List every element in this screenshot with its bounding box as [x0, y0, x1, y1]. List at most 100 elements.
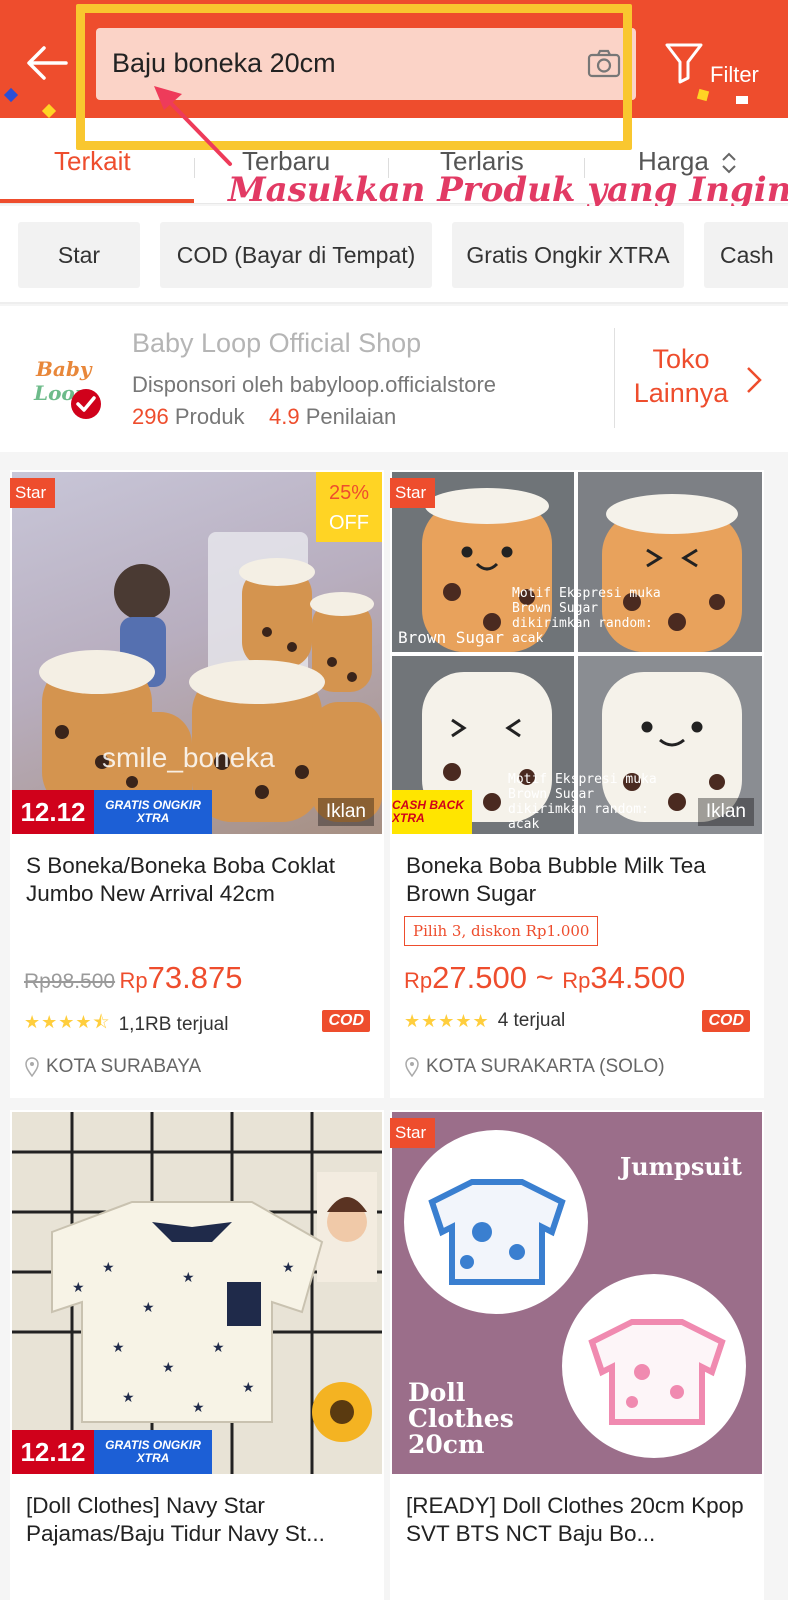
product-card[interactable]: ★ ★ ★ ★ ★ ★ ★ ★ ★ ★ ★ 12.12 GRATIS ONGKIR XTRA …: [10, 1110, 384, 1600]
star-seller-badge: Star: [390, 1118, 436, 1148]
annotation-arrow-icon: [154, 86, 232, 166]
promo-banner: 12.12 GRATIS ONGKIR XTRA: [12, 1430, 212, 1474]
product-card[interactable]: Jumpsuit Doll Clothes 20cm Star [READY] …: [390, 1110, 764, 1600]
svg-text:★: ★: [282, 1259, 295, 1275]
product-title: [READY] Doll Clothes 20cm Kpop SVT BTS N…: [406, 1493, 744, 1546]
promo-1212-label: 12.12: [12, 790, 94, 834]
page: Baju boneka 20cm Filter Terkait Terbaru …: [0, 0, 788, 1600]
filter-icon: [665, 43, 703, 84]
promo-1212-label: 12.12: [12, 1430, 94, 1474]
image-caption: Brown Sugar: [398, 628, 504, 647]
arrow-left-icon: [27, 46, 68, 80]
back-button[interactable]: [22, 38, 72, 88]
price-min: 27.500: [432, 960, 527, 995]
svg-text:★: ★: [192, 1399, 205, 1415]
ad-label: Iklan: [697, 798, 754, 826]
svg-text:★: ★: [122, 1389, 135, 1405]
product-title: Boneka Boba Bubble Milk Tea Brown Sugar: [406, 853, 706, 906]
baby-loop-logo-icon: Baby Loop: [33, 357, 101, 419]
free-shipping-label: GRATIS ONGKIR XTRA: [94, 1430, 212, 1474]
product-title: [Doll Clothes] Navy Star Pajamas/Baju Ti…: [26, 1493, 325, 1546]
price-row: Rp27.500 ~ Rp34.500: [404, 960, 685, 996]
chip-cashback[interactable]: Cash: [704, 222, 788, 288]
filter-chips: Star COD (Bayar di Tempat) Gratis Ongkir…: [0, 206, 788, 304]
image-caption: Motif Ekspresi muka Brown Sugar dikirimk…: [512, 586, 661, 646]
currency: Rp: [119, 968, 148, 993]
current-price: 73.875: [147, 960, 243, 995]
star-seller-badge: Star: [10, 478, 56, 508]
star-rating-icon: ★★★★★: [404, 1010, 490, 1031]
image-caption: Jumpsuit: [619, 1152, 742, 1181]
sold-count: 1,1RB terjual: [118, 1014, 229, 1035]
location: KOTA SURAKARTA (SOLO): [404, 1056, 665, 1078]
active-tab-indicator: [0, 199, 194, 203]
cod-badge: COD: [322, 1010, 370, 1032]
image-caption: Doll Clothes 20cm: [408, 1378, 514, 1459]
voucher-tag: Pilih 3, diskon Rp1.000: [404, 916, 599, 946]
filter-button[interactable]: Filter: [664, 42, 784, 92]
product-image: ★ ★ ★ ★ ★ ★ ★ ★ ★ ★ ★ 12.12 GRATIS ONGKIR XTRA: [12, 1112, 382, 1474]
product-card[interactable]: Brown Sugar Motif Ekspresi muka Brown Su…: [390, 470, 764, 1098]
location-text: KOTA SURABAYA: [46, 1056, 202, 1077]
shop-rating-label: Penilaian: [305, 404, 397, 429]
navy-star-pajamas-photo: ★ ★ ★ ★ ★ ★ ★ ★ ★ ★ ★: [12, 1112, 382, 1474]
price-row: Rp98.500 Rp73.875: [24, 960, 242, 996]
svg-text:★: ★: [102, 1259, 115, 1275]
price-max: 34.500: [590, 960, 686, 995]
cashback-badge: CASH BACK XTRA: [392, 790, 472, 834]
svg-text:★: ★: [182, 1269, 195, 1285]
location-pin-icon: [25, 1057, 39, 1077]
shop-logo: Baby Loop: [30, 346, 106, 422]
product-card[interactable]: smile_boneka 25% OFF Iklan 12.12 GRATIS …: [10, 470, 384, 1098]
image-caption: Motif Ekspresi muka Brown Sugar dikirimk…: [508, 772, 657, 832]
product-count-label: Produk: [174, 404, 245, 429]
star-rating-icon: ★★★★⯪: [24, 1012, 111, 1032]
original-price: Rp98.500: [24, 970, 116, 993]
ad-label: Iklan: [317, 798, 374, 826]
shop-name: Baby Loop Official Shop: [132, 328, 422, 358]
chevron-right-icon: [747, 367, 762, 393]
discount-percent: 25%: [328, 482, 370, 504]
svg-text:★: ★: [142, 1299, 155, 1315]
product-image: Jumpsuit Doll Clothes 20cm: [392, 1112, 762, 1474]
location: KOTA SURABAYA: [24, 1056, 201, 1078]
filter-label: Filter: [710, 62, 759, 87]
cod-badge: COD: [702, 1010, 750, 1032]
tab-terkait[interactable]: Terkait: [54, 146, 131, 177]
price-separator: ~: [526, 960, 563, 995]
annotation-text: Masukkan Produk yang Ingin Dicari: [228, 170, 788, 210]
svg-text:★: ★: [72, 1279, 85, 1295]
chip-gratis-ongkir[interactable]: Gratis Ongkir XTRA: [452, 222, 684, 288]
location-pin-icon: [405, 1057, 419, 1077]
rating-row: ★★★★★ 4 terjual: [404, 1010, 565, 1032]
chip-star[interactable]: Star: [18, 222, 140, 288]
discount-suffix: OFF: [329, 512, 369, 534]
star-seller-badge: Star: [390, 478, 436, 508]
shop-rating: 4.9: [269, 404, 300, 429]
svg-text:Baby: Baby: [35, 357, 93, 381]
confetti-decoration: [41, 103, 57, 118]
svg-text:★: ★: [162, 1359, 175, 1375]
more-shops-link[interactable]: Toko Lainnya: [626, 342, 736, 410]
location-text: KOTA SURAKARTA (SOLO): [426, 1056, 665, 1077]
image-watermark: smile_boneka: [102, 742, 275, 773]
rating-row: ★★★★⯪ 1,1RB terjual: [24, 1010, 228, 1040]
currency: Rp: [562, 968, 591, 993]
sponsored-label: Disponsori oleh babyloop.officialstore: [132, 372, 497, 397]
product-image: Brown Sugar Motif Ekspresi muka Brown Su…: [392, 472, 762, 834]
confetti-decoration: [736, 96, 748, 104]
product-count: 296: [132, 404, 169, 429]
product-image: smile_boneka 25% OFF Iklan 12.12 GRATIS …: [12, 472, 382, 834]
chip-cod[interactable]: COD (Bayar di Tempat): [160, 222, 432, 288]
free-shipping-label: GRATIS ONGKIR XTRA: [94, 790, 212, 834]
shop-stats: 296 Produk 4.9 Penilaian: [132, 404, 396, 430]
sponsored-shop-banner[interactable]: Baby Loop Baby Loop Official Shop Dispon…: [0, 306, 788, 452]
svg-text:★: ★: [212, 1339, 225, 1355]
sold-count: 4 terjual: [497, 1010, 566, 1031]
confetti-decoration: [3, 87, 19, 103]
product-title: S Boneka/Boneka Boba Coklat Jumbo New Ar…: [26, 853, 335, 906]
promo-banner: 12.12 GRATIS ONGKIR XTRA: [12, 790, 212, 834]
svg-text:★: ★: [242, 1379, 255, 1395]
currency: Rp: [404, 968, 433, 993]
divider: [614, 328, 615, 428]
